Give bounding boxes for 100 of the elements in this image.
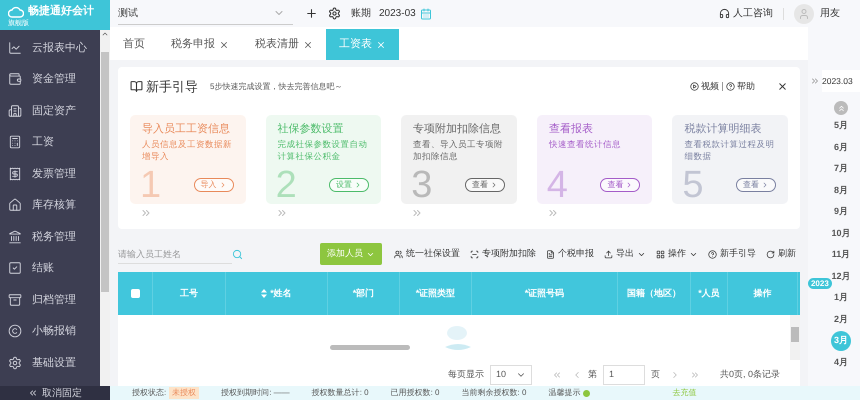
search-field[interactable]: 请输入员工姓名 — [118, 244, 232, 264]
tab[interactable]: 首页 — [110, 29, 158, 60]
scrollbar-thumb[interactable] — [791, 327, 799, 342]
building-icon — [8, 104, 22, 118]
month-item[interactable]: 2月 — [834, 312, 848, 326]
cloud-logo-icon — [8, 6, 24, 18]
sort-icon[interactable] — [261, 289, 268, 298]
wallet-icon — [8, 72, 22, 86]
month-item[interactable]: 1月 — [834, 291, 848, 304]
card-button[interactable]: 查看 — [464, 178, 505, 192]
auth-expiry: 授权到期时间: —— — [221, 387, 290, 399]
last-page-icon[interactable] — [690, 370, 700, 380]
step-number: 3 — [411, 166, 432, 204]
auth-label: 授权状态: — [132, 387, 166, 399]
tip-label: 温馨提示 — [548, 387, 580, 399]
sidebar-item[interactable]: 基础设置 — [0, 347, 100, 378]
step-number: 4 — [546, 166, 568, 204]
card-title: 导入员工工资信息 — [142, 122, 231, 136]
settings-icon[interactable] — [328, 7, 341, 20]
close-icon[interactable] — [219, 40, 229, 50]
auth-remaining: 当前剩余授权数: 0 — [462, 387, 526, 399]
month-item[interactable]: 4月 — [834, 356, 848, 369]
document-icon — [546, 250, 555, 258]
page-size-select[interactable]: 10 — [490, 365, 532, 385]
scan-icon — [470, 250, 479, 258]
user-icon — [798, 8, 810, 20]
double-up-icon — [836, 104, 846, 112]
unpin-button[interactable]: 取消固定 — [0, 386, 110, 400]
select-all-checkbox[interactable] — [130, 289, 140, 298]
toolbar-action[interactable]: 统一社保设置 — [394, 247, 460, 261]
card-description: 人员信息及工资数据新增导入 — [142, 138, 233, 162]
calendar-icon[interactable] — [420, 8, 432, 20]
first-page-icon[interactable] — [552, 370, 562, 380]
sidebar-item[interactable]: 库存核算 — [0, 190, 100, 221]
users-icon — [394, 250, 403, 258]
period-value: 2023-03 — [379, 7, 416, 21]
card-title: 专项附加扣除信息 — [413, 122, 502, 136]
calculator-icon — [8, 135, 22, 150]
help-link[interactable]: 帮助 — [737, 80, 755, 94]
month-item[interactable]: 11月 — [832, 248, 850, 262]
account-select[interactable]: 测试 — [118, 2, 293, 24]
sidebar-item[interactable]: 云报表中心 — [0, 32, 100, 64]
guide-title: 新手引导 — [146, 78, 198, 96]
month-item[interactable]: 12月 — [831, 270, 850, 283]
sidebar-item[interactable]: 小畅报销 — [0, 316, 100, 347]
sidebar-item[interactable]: 资金管理 — [0, 64, 100, 95]
user-avatar[interactable] — [794, 4, 814, 24]
check-square-icon — [8, 261, 22, 276]
sidebar-item[interactable]: 归档管理 — [0, 284, 100, 316]
search-icon[interactable] — [232, 248, 243, 260]
page-field[interactable]: 1 — [602, 365, 645, 385]
month-item[interactable]: 8月 — [834, 184, 848, 197]
card-title: 社保参数设置 — [278, 122, 345, 136]
house-icon — [8, 198, 22, 212]
page-prefix: 第 — [588, 368, 597, 382]
scroll-up-icon — [101, 30, 109, 38]
month-item[interactable]: 9月 — [834, 205, 848, 218]
card-description: 查看税款计算过程及明细数据 — [684, 138, 776, 162]
bank-icon — [8, 230, 22, 244]
card-title: 查看报表 — [548, 122, 594, 136]
vertical-scrollbar[interactable] — [790, 315, 800, 360]
add-icon[interactable] — [305, 7, 318, 20]
receipt-icon — [8, 166, 22, 181]
scrollbar-thumb[interactable] — [101, 52, 109, 292]
year-badge: 2023 — [808, 278, 832, 289]
toolbar-action[interactable]: 操作 — [656, 247, 698, 261]
month-item[interactable]: 5月 — [834, 119, 848, 132]
archive-icon — [8, 292, 22, 307]
settings-icon — [8, 356, 22, 370]
card-title: 税款计算明细表 — [684, 122, 762, 136]
card-description: 快速查看统计信息 — [548, 138, 622, 150]
close-icon[interactable] — [303, 40, 313, 50]
sidebar-item[interactable]: 发票管理 — [0, 158, 100, 190]
sidebar-item[interactable]: 固定资产 — [0, 95, 100, 126]
tab[interactable]: 税务申报 — [158, 29, 242, 60]
sidebar-item[interactable]: 工资 — [0, 126, 100, 158]
step-number: 2 — [276, 166, 297, 204]
app-logo: 畅捷通好会计 — [28, 4, 94, 19]
auth-used: 已用授权数: 0 — [390, 387, 440, 399]
card-button[interactable]: 查看 — [600, 178, 640, 192]
month-item[interactable]: 6月 — [834, 140, 848, 154]
toolbar-action[interactable]: 新手引导 — [708, 247, 756, 261]
toolbar-action[interactable]: 专项附加扣除 — [470, 247, 536, 261]
video-link[interactable]: 视频 — [701, 80, 719, 94]
horizontal-scrollbar[interactable] — [330, 345, 410, 350]
scroll-up-button[interactable] — [834, 101, 848, 115]
toolbar-action[interactable]: 刷新 — [766, 247, 796, 261]
card-button[interactable]: 查看 — [736, 178, 776, 192]
sidebar-item[interactable]: 税务管理 — [0, 221, 100, 252]
c-logo-icon — [8, 324, 22, 338]
close-icon[interactable] — [777, 81, 788, 92]
month-item[interactable]: 7月 — [834, 162, 848, 176]
toolbar-action[interactable]: 导出 — [604, 247, 646, 261]
toolbar-action[interactable]: 个税申报 — [546, 247, 594, 261]
refresh-icon — [766, 250, 775, 258]
sidebar-item[interactable]: 结账 — [0, 252, 100, 284]
tab[interactable]: 税表清册 — [242, 29, 326, 60]
per-page-label: 每页显示 — [448, 368, 484, 382]
month-item[interactable]: 10月 — [831, 226, 850, 240]
support-link[interactable]: 人工咨询 — [733, 6, 773, 21]
